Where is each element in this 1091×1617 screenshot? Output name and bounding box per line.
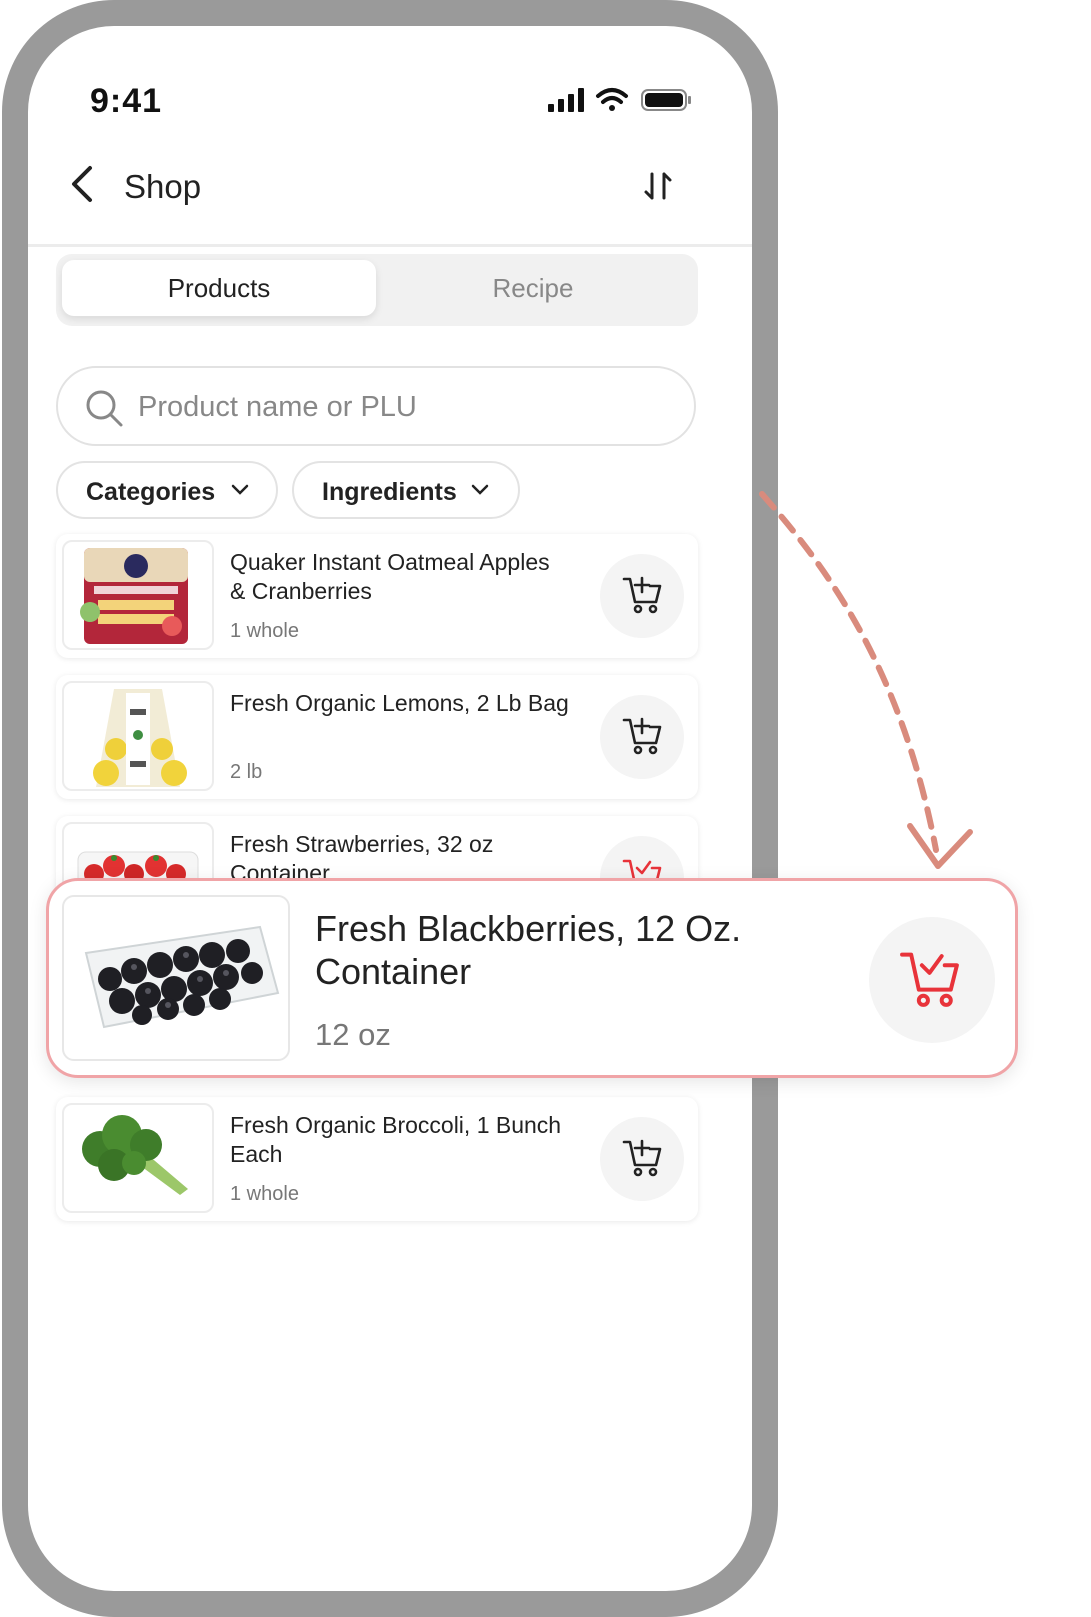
tab-products[interactable]: Products xyxy=(62,260,376,316)
cart-plus-icon xyxy=(622,717,662,755)
phone-frame: 9:41 Shop Products Recipe Product name o… xyxy=(2,0,778,1617)
product-qty: 12 oz xyxy=(315,1017,391,1052)
categories-filter[interactable]: Categories xyxy=(56,461,278,519)
cart-plus-icon xyxy=(622,576,662,614)
product-name: Fresh Blackberries, 12 Oz. Container xyxy=(315,908,742,992)
ingredients-filter-label: Ingredients xyxy=(322,478,457,506)
cart-plus-icon xyxy=(622,1139,662,1177)
add-to-cart-button[interactable] xyxy=(600,554,684,638)
product-image-blackberries xyxy=(62,895,290,1061)
highlighted-product-card[interactable]: Fresh Blackberries, 12 Oz. Container 12 … xyxy=(46,878,1018,1078)
categories-filter-label: Categories xyxy=(86,478,216,506)
status-time: 9:41 xyxy=(90,82,163,120)
battery-icon xyxy=(641,89,691,111)
status-icons xyxy=(548,86,698,121)
product-name: Fresh Organic Lemons, 2 Lb Bag xyxy=(230,690,569,716)
cart-check-icon xyxy=(900,952,959,1007)
wifi-icon xyxy=(596,88,628,111)
product-card[interactable]: Fresh Organic Lemons, 2 Lb Bag 2 lb xyxy=(56,675,698,799)
dashed-arrow xyxy=(759,491,973,869)
chevron-down-icon xyxy=(471,484,489,495)
add-to-cart-button[interactable] xyxy=(600,1117,684,1201)
product-name: Quaker Instant Oatmeal Apples & Cranberr… xyxy=(230,549,550,604)
page-title: Shop xyxy=(124,168,202,205)
product-name: Fresh Organic Broccoli, 1 Bunch Each xyxy=(230,1112,562,1167)
product-card[interactable]: Fresh Organic Broccoli, 1 Bunch Each 1 w… xyxy=(56,1097,698,1221)
chevron-left-icon xyxy=(72,166,92,202)
product-card[interactable]: Quaker Instant Oatmeal Apples & Cranberr… xyxy=(56,534,698,658)
product-qty: 1 whole xyxy=(230,1183,299,1205)
back-button[interactable] xyxy=(68,164,98,209)
chevron-down-icon xyxy=(231,484,249,495)
search-input[interactable] xyxy=(136,382,660,432)
tab-recipe[interactable]: Recipe xyxy=(376,260,690,316)
product-image-lemons xyxy=(62,681,214,791)
add-to-cart-button[interactable] xyxy=(600,695,684,779)
search-icon xyxy=(86,390,123,427)
signal-icon xyxy=(548,88,584,112)
product-image-oatmeal xyxy=(62,540,214,650)
segmented-control: Products Recipe xyxy=(56,254,698,326)
ingredients-filter[interactable]: Ingredients xyxy=(292,461,520,519)
sort-button[interactable] xyxy=(642,170,674,207)
nav-header: Shop xyxy=(28,136,752,247)
product-qty: 2 lb xyxy=(230,761,263,783)
sort-icon xyxy=(644,172,672,200)
product-image-broccoli xyxy=(62,1103,214,1213)
in-cart-button[interactable] xyxy=(869,917,995,1043)
product-qty: 1 whole xyxy=(230,620,299,642)
search-bar xyxy=(56,366,696,446)
